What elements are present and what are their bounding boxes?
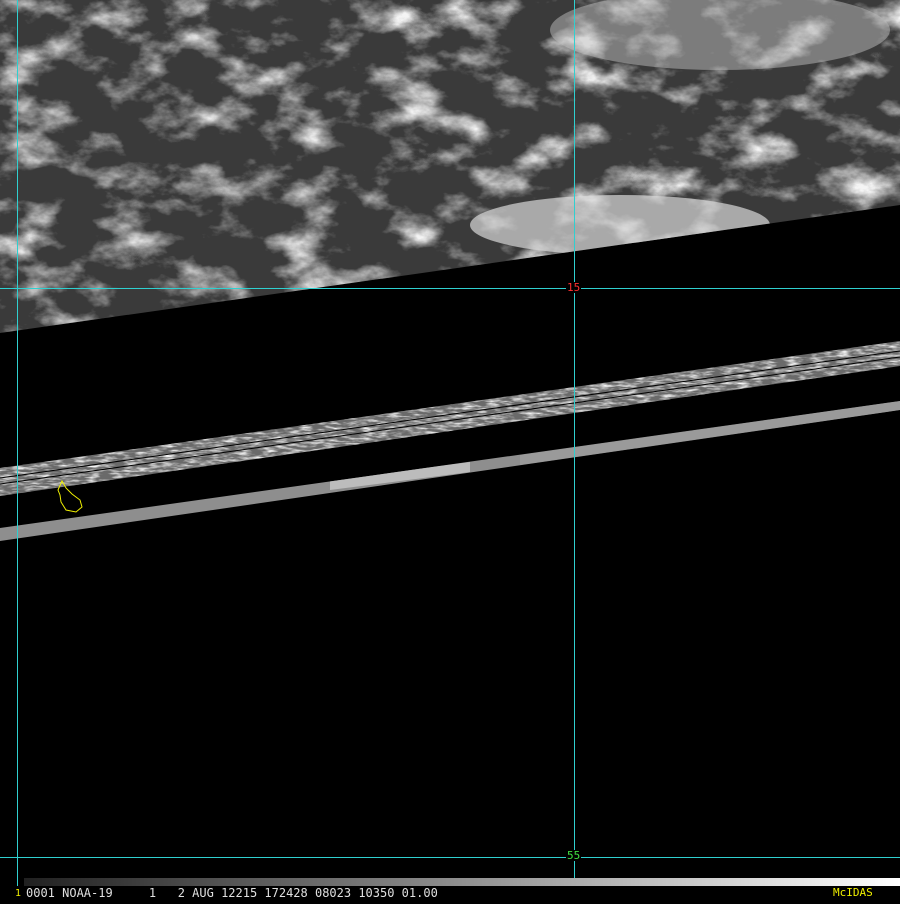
- grid-label-55: 55: [566, 849, 582, 862]
- image-info-line: 0001 NOAA-19 1 2 AUG 12215 172428 08023 …: [26, 886, 438, 900]
- satellite-image: 15 55 1 0001 NOAA-19 1 2 AUG 12215 17242…: [0, 0, 900, 900]
- satellite-imagery: [0, 0, 900, 887]
- frame-number: 1: [15, 888, 22, 899]
- brand-label: McIDAS: [833, 886, 873, 899]
- grid-label-15: 15: [566, 281, 582, 294]
- swath-upper: [0, 341, 900, 496]
